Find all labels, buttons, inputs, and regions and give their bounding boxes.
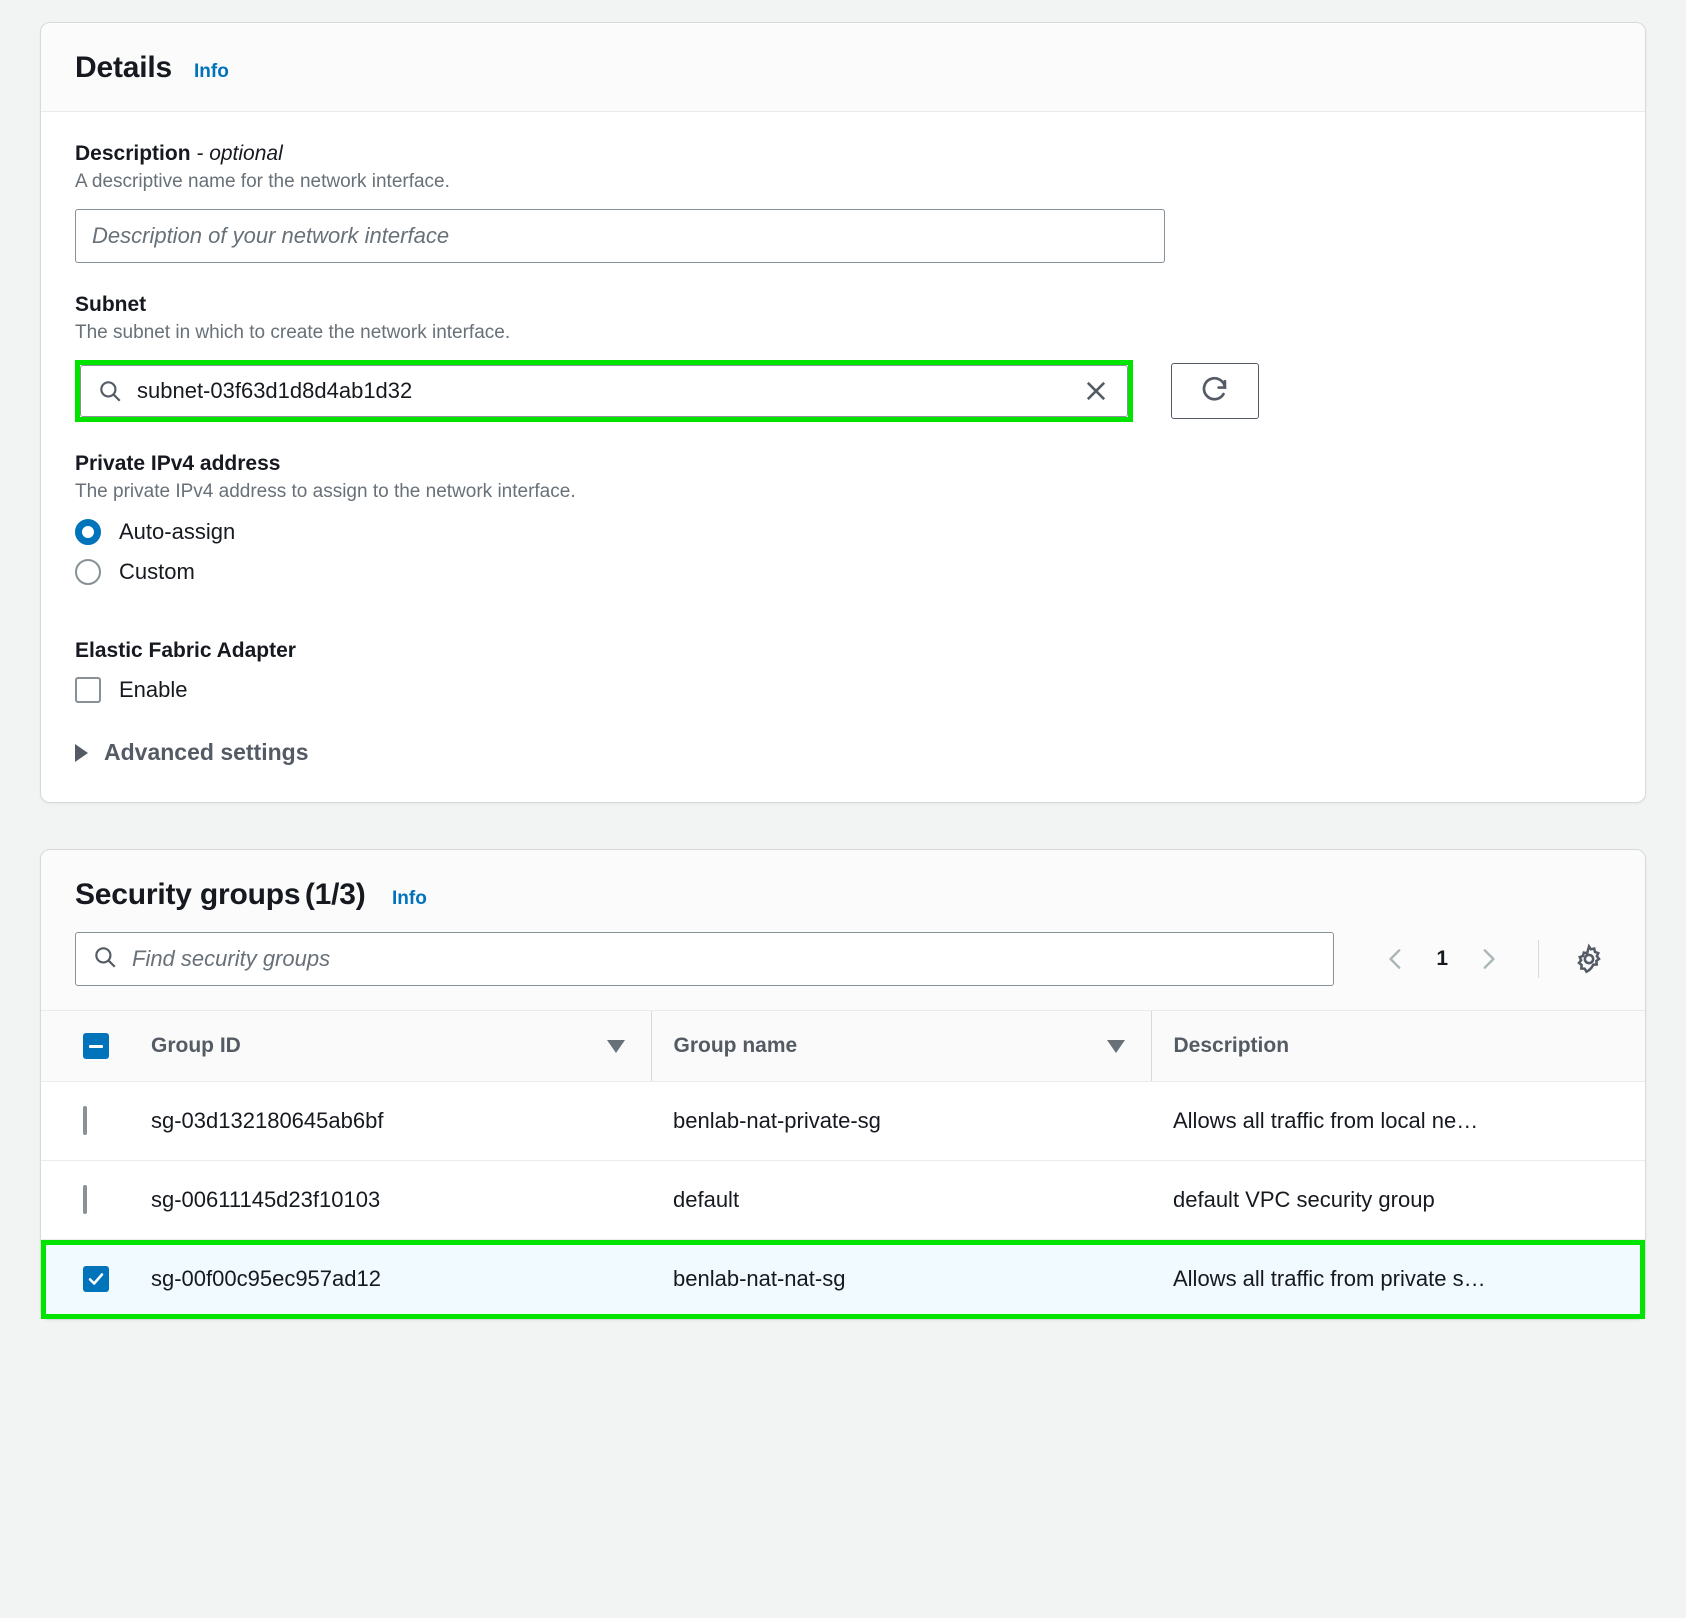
cell-group-name: default (651, 1160, 1151, 1240)
column-header-group-id[interactable]: Group ID (151, 1010, 651, 1082)
efa-enable-checkbox[interactable]: Enable (75, 677, 1611, 703)
radio-auto-assign[interactable]: Auto-assign (75, 519, 1611, 545)
subnet-select[interactable]: subnet-03f63d1d8d4ab1d32 (80, 365, 1128, 417)
select-all-checkbox[interactable] (83, 1033, 109, 1059)
description-help: A descriptive name for the network inter… (75, 171, 450, 192)
refresh-icon (1198, 372, 1232, 411)
security-groups-header: Security groups (1/3) Info (41, 850, 1645, 932)
table-row[interactable]: sg-03d132180645ab6bf benlab-nat-private-… (41, 1081, 1645, 1161)
cell-group-id: sg-03d132180645ab6bf (151, 1081, 651, 1161)
refresh-button[interactable] (1171, 363, 1259, 419)
subnet-value: subnet-03f63d1d8d4ab1d32 (137, 378, 413, 403)
cell-group-id: sg-00f00c95ec957ad12 (151, 1239, 651, 1319)
table-header-row: Group ID Group name Description (41, 1010, 1645, 1082)
details-info-link[interactable]: Info (194, 61, 229, 83)
subnet-highlight-annotation: subnet-03f63d1d8d4ab1d32 (75, 360, 1133, 422)
table-head: Group ID Group name Description (41, 1010, 1645, 1082)
checkbox-unchecked-icon (75, 677, 101, 703)
gear-icon[interactable] (1567, 937, 1611, 981)
cell-group-name: benlab-nat-private-sg (651, 1081, 1151, 1161)
radio-custom-label: Custom (119, 559, 195, 584)
radio-auto-assign-label: Auto-assign (119, 519, 236, 544)
description-optional-suffix: - optional (196, 142, 283, 165)
row-checkbox[interactable] (83, 1106, 87, 1135)
private-ipv4-label: Private IPv4 address (75, 452, 281, 475)
radio-unselected-icon (75, 559, 101, 585)
description-label-text: Description (75, 142, 191, 165)
subnet-row: subnet-03f63d1d8d4ab1d32 (75, 360, 1611, 422)
page-number[interactable]: 1 (1424, 947, 1460, 971)
sort-descending-icon (606, 1039, 625, 1053)
select-all-header (41, 1010, 151, 1082)
column-header-description-label: Description (1173, 1034, 1290, 1057)
security-groups-toolbar: Find security groups 1 (41, 932, 1645, 1010)
description-field: Description - optional A descriptive nam… (75, 142, 1611, 263)
radio-custom[interactable]: Custom (75, 559, 1611, 585)
row-checkbox-checked[interactable] (83, 1266, 109, 1292)
details-header: Details Info (41, 23, 1645, 112)
description-label: Description - optional (75, 142, 1611, 166)
row-checkbox-cell[interactable] (41, 1081, 151, 1161)
minus-icon (89, 1044, 103, 1048)
details-body: Description - optional A descriptive nam… (41, 112, 1645, 802)
column-header-group-id-label: Group ID (151, 1034, 241, 1057)
search-icon (97, 378, 123, 404)
security-groups-table: Group ID Group name Description sg-03d13… (41, 1010, 1645, 1319)
advanced-settings-label: Advanced settings (104, 739, 309, 765)
subnet-label: Subnet (75, 293, 147, 316)
page-root: Details Info Description - optional A de… (0, 0, 1686, 1320)
pagination: 1 (1374, 937, 1611, 981)
subnet-field: Subnet The subnet in which to create the… (75, 293, 1611, 422)
table-body: sg-03d132180645ab6bf benlab-nat-private-… (41, 1081, 1645, 1319)
column-header-description[interactable]: Description (1150, 1010, 1645, 1082)
row-checkbox-cell[interactable] (41, 1239, 151, 1319)
page-title: Details (75, 51, 172, 84)
cell-group-name: benlab-nat-nat-sg (651, 1239, 1151, 1319)
description-placeholder: Description of your network interface (92, 223, 450, 248)
chevron-left-icon[interactable] (1374, 937, 1418, 981)
row-checkbox[interactable] (83, 1185, 87, 1214)
efa-field: Elastic Fabric Adapter Enable (75, 639, 1611, 703)
efa-enable-label: Enable (119, 677, 188, 702)
table-row-selected[interactable]: sg-00f00c95ec957ad12 benlab-nat-nat-sg A… (41, 1239, 1645, 1319)
close-icon[interactable] (1079, 374, 1113, 408)
row-checkbox-cell[interactable] (41, 1160, 151, 1240)
radio-selected-icon (75, 519, 101, 545)
description-input[interactable]: Description of your network interface (75, 209, 1165, 263)
search-icon (92, 944, 118, 975)
advanced-settings-toggle[interactable]: Advanced settings (75, 739, 1611, 766)
search-input[interactable]: Find security groups (75, 932, 1335, 986)
security-groups-title: Security groups (75, 878, 301, 911)
chevron-right-icon (75, 743, 88, 762)
security-groups-info-link[interactable]: Info (392, 888, 427, 909)
search-placeholder: Find security groups (132, 946, 331, 971)
security-groups-count: (1/3) (304, 878, 366, 911)
column-header-group-name-label: Group name (673, 1034, 798, 1057)
cell-description: Allows all traffic from local ne… (1151, 1081, 1645, 1161)
cell-group-id: sg-00611145d23f10103 (151, 1160, 651, 1240)
private-ipv4-field: Private IPv4 address The private IPv4 ad… (75, 452, 1611, 585)
chevron-right-icon[interactable] (1466, 937, 1510, 981)
details-panel: Details Info Description - optional A de… (40, 22, 1646, 803)
toolbar-divider (1538, 940, 1539, 978)
cell-description: default VPC security group (1151, 1160, 1645, 1240)
security-groups-panel: Security groups (1/3) Info Find security… (40, 849, 1646, 1320)
efa-label: Elastic Fabric Adapter (75, 639, 296, 662)
cell-description: Allows all traffic from private s… (1151, 1239, 1645, 1319)
table-row[interactable]: sg-00611145d23f10103 default default VPC… (41, 1160, 1645, 1240)
private-ipv4-help: The private IPv4 address to assign to th… (75, 481, 576, 502)
column-header-group-name[interactable]: Group name (650, 1010, 1151, 1082)
sort-descending-icon (1106, 1039, 1125, 1053)
subnet-help: The subnet in which to create the networ… (75, 322, 511, 343)
